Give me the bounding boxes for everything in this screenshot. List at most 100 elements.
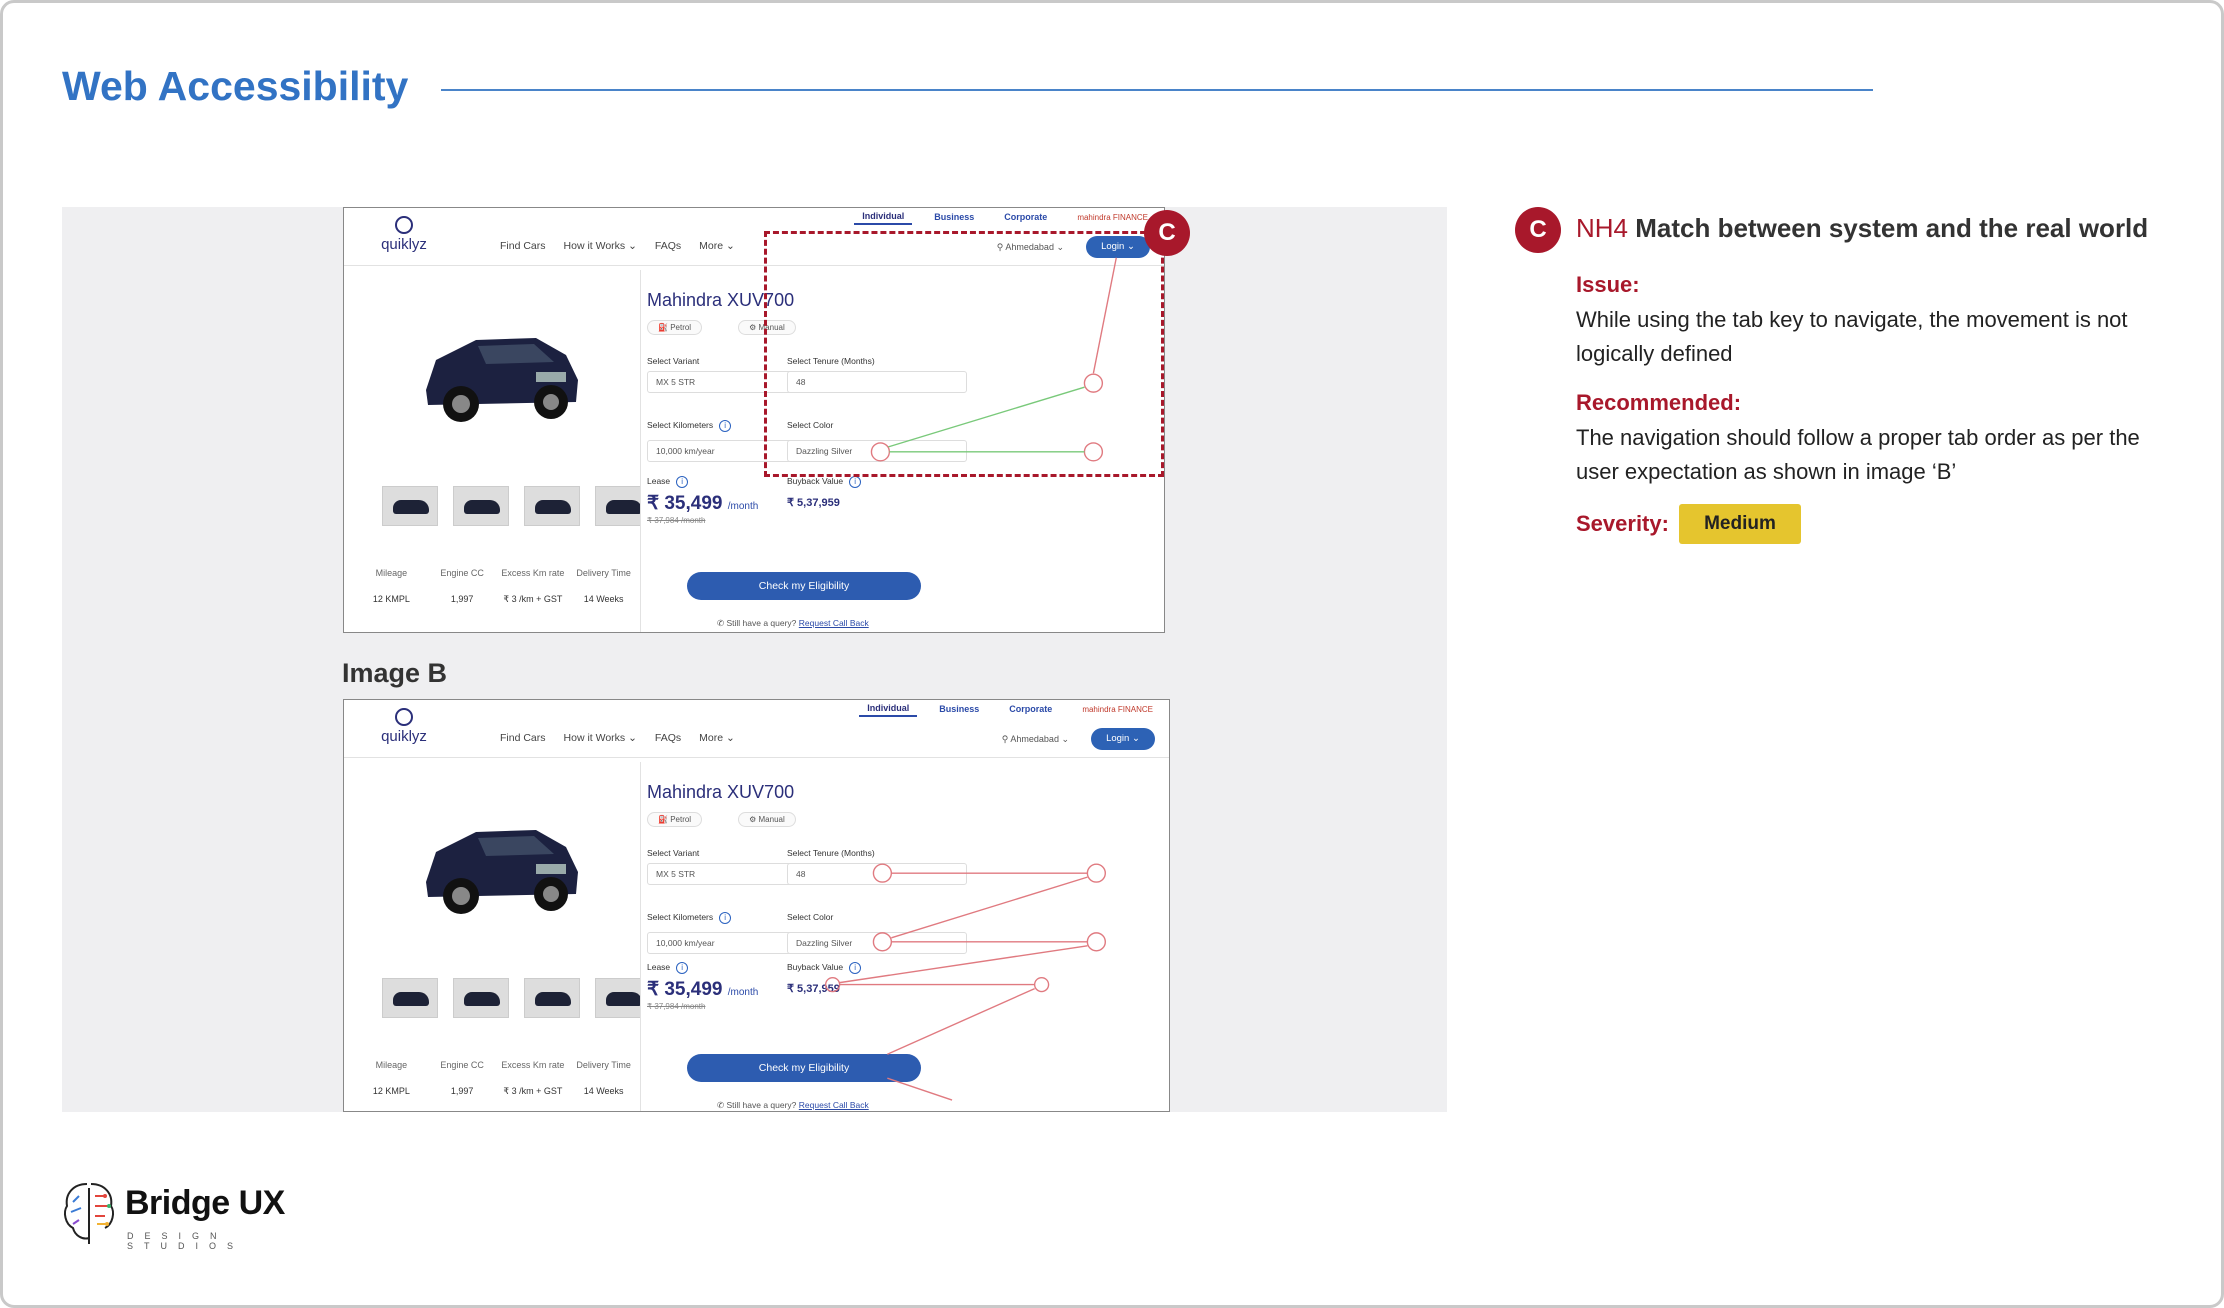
tab-business[interactable]: Business	[931, 702, 987, 716]
nav-how-it-works[interactable]: How it Works ⌄	[564, 240, 637, 252]
thumbnail[interactable]	[382, 978, 438, 1018]
thumbnail[interactable]	[453, 978, 509, 1018]
car-image	[426, 338, 578, 422]
lease-label-text: Lease	[647, 476, 671, 486]
logo-icon	[395, 216, 413, 234]
lease-price: ₹ 35,499 /month	[647, 492, 758, 515]
site-logo[interactable]: quiklyz	[376, 216, 432, 253]
heuristic-title: Match between system and the real world	[1635, 213, 2149, 243]
thumbnail[interactable]	[524, 978, 580, 1018]
site-nav: Find Cars How it Works ⌄ FAQs More ⌄	[500, 732, 735, 744]
heuristic-heading: NH4 Match between system and the real wo…	[1576, 213, 2148, 244]
spec-value: ₹ 3 /km + GST	[503, 1086, 563, 1096]
color-value: Dazzling Silver	[796, 938, 853, 948]
km-value: 10,000 km/year	[656, 938, 715, 948]
spec-value: 1,997	[450, 594, 474, 604]
site-logo[interactable]: quiklyz	[376, 708, 432, 745]
request-callback-link[interactable]: Request Call Back	[799, 1100, 869, 1110]
recommended-text: The navigation should follow a proper ta…	[1576, 425, 2140, 484]
heuristic-badge: C	[1515, 207, 1561, 253]
fuel-label: Petrol	[670, 815, 692, 824]
request-callback-link[interactable]: Request Call Back	[799, 618, 869, 628]
buyback-value: ₹ 5,37,959	[787, 497, 840, 509]
heuristic-code: NH4	[1576, 213, 1629, 243]
per-month: /month	[727, 501, 759, 512]
tenure-label: Select Tenure (Months)	[787, 848, 875, 858]
nav-more[interactable]: More ⌄	[699, 732, 735, 744]
check-eligibility-button[interactable]: Check my Eligibility	[687, 572, 921, 600]
issue-text: While using the tab key to navigate, the…	[1576, 307, 2128, 366]
lease-strike-price: ₹ 37,984 /month	[647, 516, 706, 525]
lease-price: ₹ 35,499 /month	[647, 978, 758, 1001]
lease-form: Mahindra XUV700 ⛽ Petrol ⚙ Manual Select…	[640, 762, 1169, 1111]
customer-tabs: Individual Business Corporate mahindra F…	[859, 700, 1161, 718]
info-icon[interactable]: i	[719, 420, 732, 432]
fuel-chip: ⛽ Petrol	[647, 320, 703, 335]
km-value: 10,000 km/year	[656, 446, 715, 456]
highlight-box	[764, 231, 1164, 477]
site-header: quiklyz Find Cars How it Works ⌄ FAQs Mo…	[344, 700, 1169, 758]
finance-brand: mahindra FINANCE	[1082, 704, 1153, 714]
callback-row: ✆ Still have a query? Request Call Back	[717, 1100, 869, 1110]
spec-value: ₹ 3 /km + GST	[503, 594, 563, 604]
color-label: Select Color	[787, 912, 834, 922]
thumbnail[interactable]	[524, 486, 580, 526]
thumbnail[interactable]	[382, 486, 438, 526]
tab-business[interactable]: Business	[926, 210, 982, 224]
variant-value: MX 5 STR	[656, 869, 696, 879]
spec-header: Delivery Time	[576, 568, 631, 578]
tenure-select[interactable]: 48	[787, 863, 967, 885]
nav-faqs[interactable]: FAQs	[655, 240, 681, 252]
fuel-label: Petrol	[670, 323, 692, 332]
slide: Web Accessibility quiklyz Find Cars How …	[0, 0, 2224, 1308]
login-button[interactable]: Login ⌄	[1091, 728, 1155, 750]
spec-header: Excess Km rate	[501, 568, 565, 578]
tab-individual[interactable]: Individual	[859, 701, 918, 717]
spec-header: Mileage	[375, 1060, 408, 1070]
variant-label: Select Variant	[647, 356, 700, 366]
buyback-label: Buyback Value i	[787, 476, 862, 488]
color-select[interactable]: Dazzling Silver	[787, 932, 967, 954]
customer-tabs: Individual Business Corporate mahindra F…	[854, 208, 1156, 226]
lease-price-value: ₹ 35,499	[647, 979, 723, 1000]
info-icon[interactable]: i	[849, 962, 862, 974]
lease-label-text: Lease	[647, 962, 671, 972]
car-image	[426, 830, 578, 914]
check-eligibility-button[interactable]: Check my Eligibility	[687, 1054, 921, 1082]
nav-more[interactable]: More ⌄	[699, 240, 735, 252]
car-attributes: ⛽ Petrol ⚙ Manual	[647, 812, 796, 827]
city-label: Ahmedabad	[1010, 734, 1059, 744]
nav-label: How it Works	[563, 240, 626, 252]
city-selector[interactable]: ⚲ Ahmedabad ⌄	[1002, 734, 1069, 745]
site-nav: Find Cars How it Works ⌄ FAQs More ⌄	[500, 240, 735, 252]
variant-label: Select Variant	[647, 848, 700, 858]
finance-brand: mahindra FINANCE	[1077, 212, 1148, 222]
recommended-label: Recommended:	[1576, 390, 1742, 415]
thumbnail[interactable]	[453, 486, 509, 526]
severity-badge: Medium	[1679, 504, 1801, 544]
nav-label: How it Works	[563, 732, 626, 744]
tab-corporate[interactable]: Corporate	[1001, 702, 1060, 716]
info-icon[interactable]: i	[676, 476, 689, 488]
info-icon[interactable]: i	[719, 912, 732, 924]
nav-find-cars[interactable]: Find Cars	[500, 732, 546, 744]
nav-find-cars[interactable]: Find Cars	[500, 240, 546, 252]
image-b-label: Image B	[342, 658, 448, 688]
tab-individual[interactable]: Individual	[854, 209, 913, 225]
brand-name: Bridge UX	[125, 1184, 285, 1222]
spec-table: Mileage Engine CC Excess Km rate Deliver…	[356, 1060, 639, 1097]
car-title: Mahindra XUV700	[647, 782, 795, 802]
tab-corporate[interactable]: Corporate	[996, 210, 1055, 224]
brain-icon	[64, 1183, 114, 1244]
nav-how-it-works[interactable]: How it Works ⌄	[564, 732, 637, 744]
logo-text: quiklyz	[381, 728, 427, 745]
info-icon[interactable]: i	[676, 962, 689, 974]
lease-label: Lease i	[647, 476, 689, 488]
spec-value: 1,997	[450, 1086, 474, 1096]
brand-logo: Bridge UX DESIGN STUDIOS	[61, 1178, 301, 1254]
severity-label: Severity:	[1576, 511, 1669, 536]
query-text: Still have a query?	[726, 1100, 797, 1110]
nav-faqs[interactable]: FAQs	[655, 732, 681, 744]
callback-row: ✆ Still have a query? Request Call Back	[717, 618, 869, 628]
info-icon[interactable]: i	[849, 476, 862, 488]
